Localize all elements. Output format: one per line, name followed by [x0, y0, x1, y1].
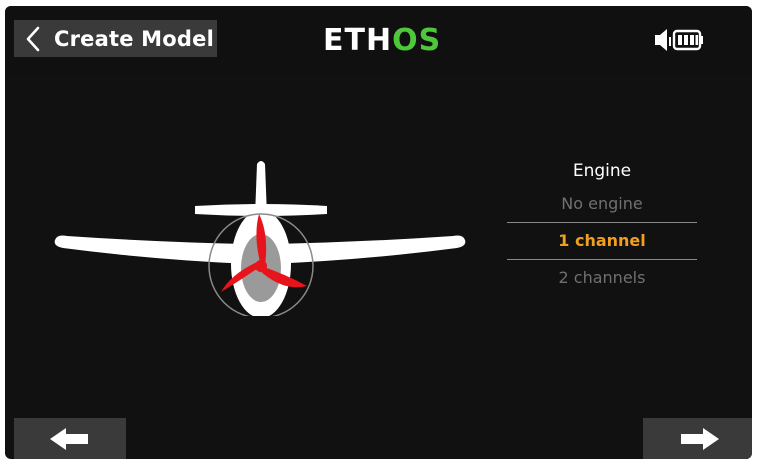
- status-area: [655, 28, 745, 52]
- next-button[interactable]: [643, 418, 752, 459]
- chevron-left-icon[interactable]: [18, 20, 48, 57]
- speaker-icon: [655, 29, 671, 51]
- arrow-left-icon: [50, 427, 88, 450]
- engine-picker[interactable]: Engine No engine 1 channel 2 channels: [507, 156, 697, 296]
- battery-icon: [672, 29, 703, 51]
- brand-logo: ETHOS: [323, 26, 441, 56]
- airplane-front-view: [45, 156, 475, 320]
- top-bar: Create Model ETHOS: [5, 6, 752, 74]
- option-2-channels[interactable]: 2 channels: [507, 260, 697, 296]
- back-button[interactable]: Create Model: [14, 20, 217, 57]
- page-title: Create Model: [54, 26, 214, 51]
- brand-text-accent: OS: [392, 23, 442, 58]
- brand-text-main: ETH: [323, 23, 393, 58]
- screen: Create Model ETHOS Engine No engine 1 ch…: [5, 6, 752, 459]
- option-no-engine[interactable]: No engine: [507, 186, 697, 222]
- arrow-right-icon: [681, 427, 719, 450]
- previous-button[interactable]: [14, 418, 126, 459]
- picker-title: Engine: [572, 161, 632, 181]
- option-1-channel[interactable]: 1 channel: [507, 223, 697, 259]
